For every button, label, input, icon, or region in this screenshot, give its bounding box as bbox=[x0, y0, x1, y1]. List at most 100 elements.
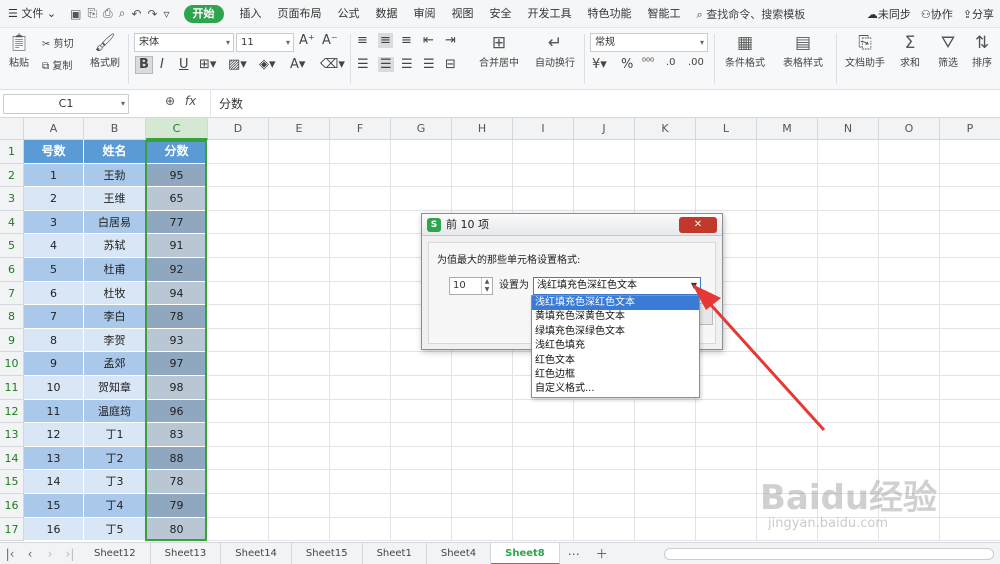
row-header[interactable]: 4 bbox=[0, 210, 24, 235]
doc-helper-button[interactable]: ⎘ 文档助手 bbox=[842, 32, 888, 69]
font-color-icon[interactable]: A▾ bbox=[290, 57, 305, 72]
empty-cell[interactable] bbox=[879, 210, 940, 235]
tab-view[interactable]: 视图 bbox=[444, 0, 482, 28]
column-header-h[interactable]: H bbox=[452, 118, 513, 140]
empty-cell[interactable] bbox=[696, 187, 757, 211]
sync-status[interactable]: ☁未同步 bbox=[867, 6, 911, 22]
row-header[interactable]: 15 bbox=[0, 470, 24, 494]
empty-cell[interactable] bbox=[269, 187, 330, 211]
empty-cell[interactable] bbox=[635, 399, 696, 424]
empty-cell[interactable] bbox=[574, 494, 635, 518]
empty-cell[interactable] bbox=[269, 140, 330, 164]
table-cell[interactable]: 温庭筠 bbox=[84, 399, 146, 424]
save-icon[interactable]: ▣ bbox=[70, 7, 81, 21]
table-cell[interactable]: 98 bbox=[146, 376, 208, 400]
empty-cell[interactable] bbox=[879, 352, 940, 376]
empty-cell[interactable] bbox=[513, 470, 574, 494]
column-header-m[interactable]: M bbox=[757, 118, 818, 140]
table-cell[interactable]: 88 bbox=[146, 446, 208, 471]
empty-cell[interactable] bbox=[818, 210, 879, 235]
empty-cell[interactable] bbox=[940, 258, 1000, 282]
formula-input[interactable]: 分数 bbox=[210, 90, 243, 118]
empty-cell[interactable] bbox=[940, 400, 1000, 424]
empty-cell[interactable] bbox=[696, 163, 757, 188]
empty-cell[interactable] bbox=[879, 517, 940, 542]
empty-cell[interactable] bbox=[879, 399, 940, 424]
add-sheet-icon[interactable]: ＋ bbox=[588, 545, 616, 562]
indent-increase-icon[interactable]: ⇥ bbox=[445, 33, 456, 48]
empty-cell[interactable] bbox=[513, 494, 574, 518]
row-header[interactable]: 9 bbox=[0, 328, 24, 353]
row-header[interactable]: 2 bbox=[0, 163, 24, 188]
empty-cell[interactable] bbox=[269, 470, 330, 494]
empty-cell[interactable] bbox=[879, 187, 940, 211]
empty-cell[interactable] bbox=[757, 352, 818, 376]
empty-cell[interactable] bbox=[818, 140, 879, 164]
empty-cell[interactable] bbox=[330, 470, 391, 494]
clear-format-icon[interactable]: ⌫▾ bbox=[320, 57, 345, 72]
empty-cell[interactable] bbox=[208, 187, 269, 211]
table-cell[interactable]: 77 bbox=[146, 210, 208, 235]
empty-cell[interactable] bbox=[940, 352, 1000, 376]
column-header-i[interactable]: I bbox=[513, 118, 574, 140]
dropdown-option[interactable]: 浅红填充色深红色文本 bbox=[532, 296, 699, 311]
table-cell[interactable]: 李贺 bbox=[84, 328, 146, 353]
fill-pattern-icon[interactable]: ▨▾ bbox=[228, 57, 247, 72]
dropdown-option[interactable]: 黄填充色深黄色文本 bbox=[532, 310, 699, 324]
empty-cell[interactable] bbox=[757, 399, 818, 424]
fx-button[interactable]: fx bbox=[185, 94, 196, 108]
underline-button[interactable]: U bbox=[179, 57, 189, 72]
empty-cell[interactable] bbox=[940, 376, 1000, 400]
column-header-a[interactable]: A bbox=[24, 118, 84, 140]
empty-cell[interactable] bbox=[879, 305, 940, 329]
empty-cell[interactable] bbox=[635, 470, 696, 494]
empty-cell[interactable] bbox=[879, 258, 940, 282]
empty-cell[interactable] bbox=[330, 187, 391, 211]
distribute-icon[interactable]: ⊟ bbox=[445, 57, 456, 72]
font-size-select[interactable]: 11 ▾ bbox=[236, 33, 294, 52]
empty-cell[interactable] bbox=[208, 234, 269, 258]
empty-cell[interactable] bbox=[635, 494, 696, 518]
indent-decrease-icon[interactable]: ⇤ bbox=[423, 33, 434, 48]
empty-cell[interactable] bbox=[757, 328, 818, 353]
border-icon[interactable]: ⊞▾ bbox=[199, 57, 216, 72]
table-cell[interactable]: 9 bbox=[24, 352, 84, 376]
redo-icon[interactable]: ↷ bbox=[147, 7, 157, 21]
row-header[interactable]: 17 bbox=[0, 517, 24, 542]
empty-cell[interactable] bbox=[757, 234, 818, 258]
empty-cell[interactable] bbox=[696, 494, 757, 518]
tab-start[interactable]: 开始 bbox=[183, 4, 224, 23]
row-header[interactable]: 7 bbox=[0, 281, 24, 306]
conditional-format-button[interactable]: ▦ 条件格式 bbox=[720, 32, 770, 69]
empty-cell[interactable] bbox=[940, 447, 1000, 471]
empty-cell[interactable] bbox=[330, 352, 391, 376]
empty-cell[interactable] bbox=[879, 376, 940, 400]
row-header[interactable]: 6 bbox=[0, 258, 24, 282]
empty-cell[interactable] bbox=[574, 187, 635, 211]
empty-cell[interactable] bbox=[391, 352, 452, 376]
row-header[interactable]: 8 bbox=[0, 305, 24, 329]
row-header[interactable]: 14 bbox=[0, 446, 24, 471]
empty-cell[interactable] bbox=[208, 210, 269, 235]
empty-cell[interactable] bbox=[452, 140, 513, 164]
empty-cell[interactable] bbox=[940, 470, 1000, 494]
table-header-cell[interactable]: 姓名 bbox=[84, 140, 146, 164]
empty-cell[interactable] bbox=[635, 517, 696, 542]
empty-cell[interactable] bbox=[574, 163, 635, 188]
cut-button[interactable]: ✂ 剪切 bbox=[42, 35, 74, 50]
empty-cell[interactable] bbox=[879, 163, 940, 188]
empty-cell[interactable] bbox=[940, 282, 1000, 306]
empty-cell[interactable] bbox=[452, 423, 513, 447]
empty-cell[interactable] bbox=[391, 140, 452, 164]
empty-cell[interactable] bbox=[818, 163, 879, 188]
currency-icon[interactable]: ¥▾ bbox=[592, 57, 607, 72]
empty-cell[interactable] bbox=[696, 140, 757, 164]
align-left-icon[interactable]: ☰ bbox=[357, 57, 369, 72]
merge-center-button[interactable]: ⊞ 合并居中 bbox=[474, 32, 524, 69]
dropdown-option[interactable]: 红色文本 bbox=[532, 354, 699, 368]
empty-cell[interactable] bbox=[818, 187, 879, 211]
empty-cell[interactable] bbox=[940, 423, 1000, 447]
empty-cell[interactable] bbox=[269, 281, 330, 306]
italic-button[interactable]: I bbox=[160, 57, 164, 72]
next-sheet-icon[interactable]: › bbox=[40, 547, 60, 561]
